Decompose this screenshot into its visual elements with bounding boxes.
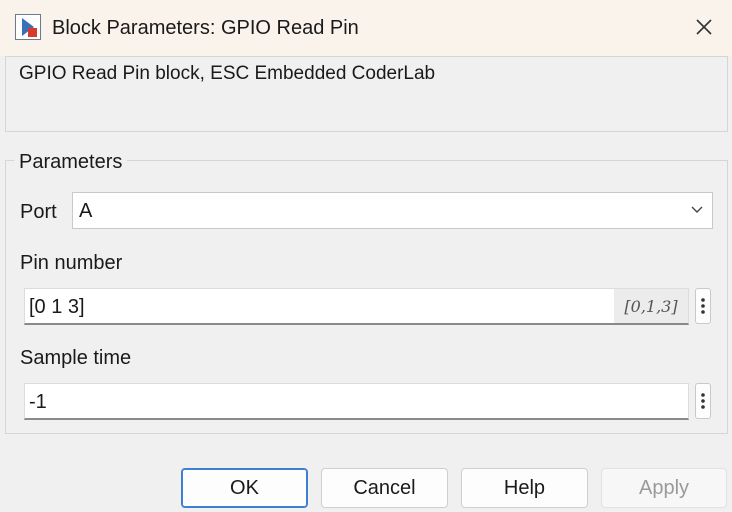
pin-number-hint: [0,1,3] [614, 289, 688, 323]
vertical-ellipsis-icon [701, 298, 705, 314]
sample-time-more-button[interactable] [695, 383, 711, 419]
chevron-down-icon [691, 206, 703, 213]
pin-number-value: [0 1 3] [29, 296, 85, 318]
port-label: Port [20, 201, 57, 223]
port-value: A [79, 200, 93, 222]
sample-time-value: -1 [29, 391, 47, 413]
window-title: Block Parameters: GPIO Read Pin [52, 17, 359, 39]
title-bar: Block Parameters: GPIO Read Pin [0, 0, 732, 56]
block-description: GPIO Read Pin block, ESC Embedded CoderL… [19, 63, 436, 84]
parameters-group-label: Parameters [14, 149, 128, 175]
apply-button[interactable]: Apply [601, 468, 727, 508]
port-dropdown[interactable]: A [72, 192, 713, 229]
simulink-block-icon [15, 14, 41, 40]
pin-number-label: Pin number [20, 252, 123, 274]
ok-button[interactable]: OK [181, 468, 308, 508]
close-icon [696, 19, 712, 35]
help-button[interactable]: Help [461, 468, 588, 508]
sample-time-field[interactable]: -1 [24, 383, 689, 420]
vertical-ellipsis-icon [701, 393, 705, 409]
pin-number-more-button[interactable] [695, 288, 711, 324]
sample-time-label: Sample time [20, 347, 132, 369]
pin-number-field[interactable]: [0 1 3] [0,1,3] [24, 288, 689, 325]
cancel-button[interactable]: Cancel [321, 468, 448, 508]
close-button[interactable] [686, 10, 722, 44]
